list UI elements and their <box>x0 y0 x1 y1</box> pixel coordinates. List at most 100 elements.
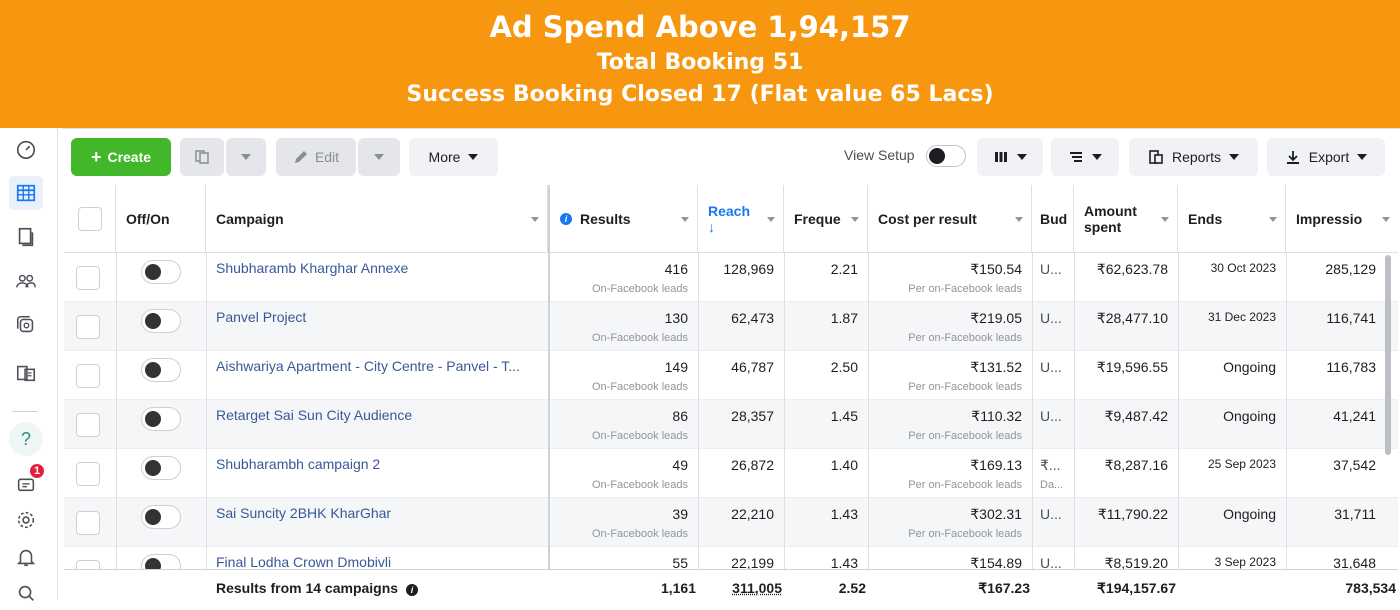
impressions-cell: 41,241 <box>1286 400 1386 449</box>
row-checkbox[interactable] <box>76 462 100 486</box>
cost-type: Per on-Facebook leads <box>908 528 1022 540</box>
header-results[interactable]: i Results <box>548 185 698 253</box>
bell-icon[interactable] <box>9 540 43 574</box>
row-checkbox[interactable] <box>76 364 100 388</box>
campaign-cell: Sai Suncity 2BHK KharGhar <box>206 498 548 547</box>
sort-icon <box>1015 217 1023 222</box>
header-ends[interactable]: Ends <box>1178 185 1286 253</box>
help-icon[interactable]: ? <box>9 422 43 456</box>
header-cost[interactable]: Cost per result <box>868 185 1032 253</box>
ends-value: 31 Dec 2023 <box>1207 310 1276 324</box>
cost-type: Per on-Facebook leads <box>908 479 1022 491</box>
cost-cell: ₹150.54 Per on-Facebook leads <box>868 253 1032 302</box>
campaign-link[interactable]: Retarget Sai Sun City Audience <box>216 407 541 423</box>
select-all-cell <box>64 185 116 253</box>
search-icon[interactable] <box>9 576 43 610</box>
row-checkbox[interactable] <box>76 266 100 290</box>
create-button[interactable]: + Create <box>71 138 171 176</box>
ends-value: Ongoing <box>1223 359 1276 375</box>
edit-dropdown-button[interactable] <box>358 138 400 176</box>
reports-button[interactable]: Reports <box>1129 138 1258 176</box>
campaign-link[interactable]: Final Lodha Crown Dmobivli <box>216 554 541 570</box>
table-header: Off/On Campaign i Results Reach ↓ Freque C… <box>64 185 1398 253</box>
header-impressions[interactable]: Impressio <box>1286 185 1398 253</box>
campaign-link[interactable]: Aishwariya Apartment - City Centre - Pan… <box>216 358 541 374</box>
campaign-toggle[interactable] <box>141 456 181 480</box>
amount-cell: ₹8,287.16 <box>1074 449 1178 498</box>
campaign-link[interactable]: Shubharamb Kharghar Annexe <box>216 260 541 276</box>
view-setup-label: View Setup <box>844 147 915 163</box>
gear-icon[interactable] <box>9 503 43 537</box>
column-divider <box>1074 253 1075 605</box>
campaign-link[interactable]: Shubharambh campaign 2 <box>216 456 541 472</box>
audience-icon[interactable] <box>9 264 43 298</box>
amount-cell: ₹11,790.22 <box>1074 498 1178 547</box>
header-offon[interactable]: Off/On <box>116 185 206 253</box>
table-row[interactable]: Panvel Project 130 On-Facebook leads 62,473… <box>64 302 1398 351</box>
reach-cell: 22,210 <box>698 498 784 547</box>
header-campaign[interactable]: Campaign <box>206 185 548 253</box>
columns-button[interactable] <box>977 138 1043 176</box>
budget-cell: ₹... Da... <box>1032 449 1074 498</box>
vertical-scrollbar[interactable] <box>1385 255 1391 455</box>
campaign-toggle[interactable] <box>141 407 181 431</box>
amount-value: ₹62,623.78 <box>1096 261 1168 277</box>
campaign-link[interactable]: Panvel Project <box>216 309 541 325</box>
campaign-link[interactable]: Sai Suncity 2BHK KharGhar <box>216 505 541 521</box>
table-row[interactable]: Sai Suncity 2BHK KharGhar 39 On-Facebook l… <box>64 498 1398 547</box>
ends-cell: Ongoing <box>1178 400 1286 449</box>
banner-ad-spend: Ad Spend Above 1,94,157 <box>489 10 911 44</box>
cost-cell: ₹169.13 Per on-Facebook leads <box>868 449 1032 498</box>
table-grid-icon[interactable] <box>9 176 43 210</box>
ad-stack-icon[interactable] <box>9 308 43 342</box>
campaign-toggle[interactable] <box>141 505 181 529</box>
columns-icon <box>995 152 1007 162</box>
edit-button[interactable]: Edit <box>276 138 356 176</box>
frequency-cell: 1.45 <box>784 400 868 449</box>
impressions-cell: 31,711 <box>1286 498 1386 547</box>
cost-type: Per on-Facebook leads <box>908 430 1022 442</box>
header-reach[interactable]: Reach ↓ <box>698 185 784 253</box>
breakdown-button[interactable] <box>1051 138 1119 176</box>
table-row[interactable]: Shubharambh campaign 2 49 On-Facebook lead… <box>64 449 1398 498</box>
amount-value: ₹9,487.42 <box>1104 408 1168 424</box>
table-row[interactable]: Aishwariya Apartment - City Centre - Pan… <box>64 351 1398 400</box>
cost-value: ₹302.31 <box>970 506 1022 522</box>
row-checkbox[interactable] <box>76 413 100 437</box>
header-frequency[interactable]: Freque <box>784 185 868 253</box>
header-reach-label: Reach <box>708 203 751 219</box>
select-all-checkbox[interactable] <box>77 207 102 231</box>
more-button[interactable]: More <box>409 138 498 176</box>
table-row[interactable]: Retarget Sai Sun City Audience 86 On-Faceb… <box>64 400 1398 449</box>
impressions-value: 116,783 <box>1326 359 1376 375</box>
info-icon[interactable]: i <box>405 584 418 596</box>
amount-value: ₹11,790.22 <box>1097 506 1168 522</box>
gauge-icon[interactable] <box>9 132 43 166</box>
frequency-value: 2.50 <box>830 359 858 375</box>
campaign-toggle[interactable] <box>141 358 181 382</box>
impressions-value: 41,241 <box>1333 408 1376 424</box>
duplicate-dropdown-button[interactable] <box>226 138 266 176</box>
header-campaign-label: Campaign <box>216 211 284 227</box>
pages-icon[interactable] <box>9 220 43 254</box>
cost-cell: ₹219.05 Per on-Facebook leads <box>868 302 1032 351</box>
impressions-cell: 116,741 <box>1286 302 1386 351</box>
impressions-cell: 116,783 <box>1286 351 1386 400</box>
reach-value: 28,357 <box>731 408 774 424</box>
campaign-toggle[interactable] <box>141 309 181 333</box>
export-button[interactable]: Export <box>1267 138 1385 176</box>
duplicate-button[interactable] <box>180 138 224 176</box>
budget-value: U... <box>1040 261 1062 277</box>
campaign-toggle[interactable] <box>141 260 181 284</box>
row-checkbox[interactable] <box>76 315 100 339</box>
row-checkbox[interactable] <box>76 511 100 535</box>
reach-cell: 128,969 <box>698 253 784 302</box>
documents-icon[interactable] <box>9 356 43 390</box>
nav-divider <box>12 411 38 412</box>
view-setup-toggle[interactable] <box>926 145 966 167</box>
header-budget[interactable]: Bud <box>1032 185 1074 253</box>
sort-icon <box>851 217 859 222</box>
table-row[interactable]: Shubharamb Kharghar Annexe 416 On-Facebook… <box>64 253 1398 302</box>
header-amount[interactable]: Amount spent <box>1074 185 1178 253</box>
export-label: Export <box>1308 149 1350 165</box>
